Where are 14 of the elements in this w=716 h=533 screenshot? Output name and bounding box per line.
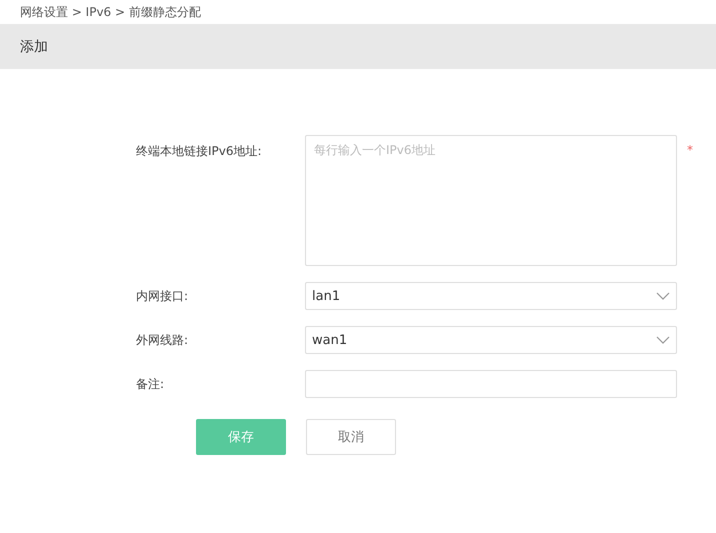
page-title: 添加: [20, 38, 48, 56]
chevron-down-icon: [656, 292, 670, 300]
field-label: 终端本地链接IPv6地址:: [136, 143, 263, 160]
breadcrumb: 网络设置 > IPv6 > 前缀静态分配: [20, 5, 201, 19]
input-field[interactable]: [305, 370, 677, 398]
field-label: 内网接口:: [136, 288, 190, 305]
cancel-button[interactable]: 取消: [306, 419, 396, 455]
field-label: 外网线路:: [136, 332, 190, 349]
chevron-down-icon: [656, 336, 670, 344]
dropdown[interactable]: wan1: [305, 326, 677, 354]
dropdown[interactable]: lan1: [305, 282, 677, 310]
address-field[interactable]: 每行输入一个IPv6地址: [305, 135, 677, 266]
field-label: 备注:: [136, 376, 166, 393]
required-mark: *: [687, 143, 693, 157]
